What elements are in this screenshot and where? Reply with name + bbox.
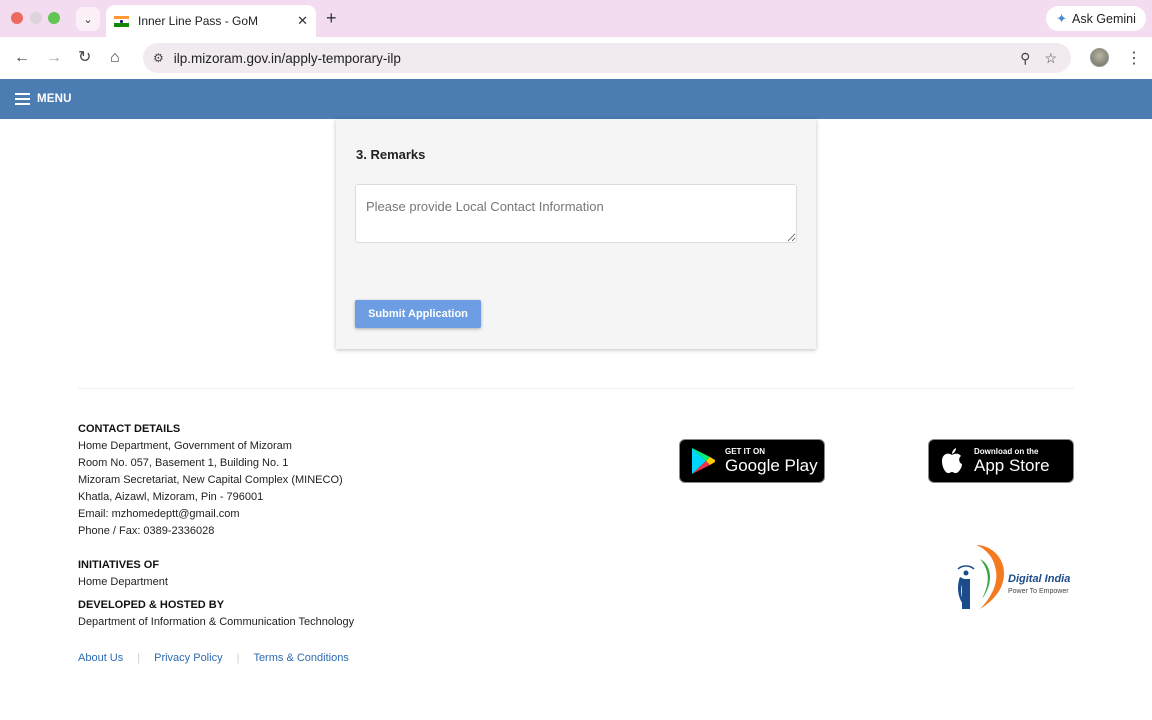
initiatives-heading: INITIATIVES OF — [78, 559, 160, 571]
submit-application-button[interactable]: Submit Application — [355, 300, 481, 328]
contact-phone: Phone / Fax: 0389-2336028 — [78, 525, 215, 537]
contact-line: Room No. 057, Basement 1, Building No. 1 — [78, 457, 289, 469]
developed-value: Department of Information & Communicatio… — [78, 616, 355, 628]
bookmark-star-icon[interactable]: ☆ — [1044, 50, 1057, 67]
app-store-small-text: Download on the — [974, 447, 1039, 456]
developed-heading: DEVELOPED & HOSTED BY — [78, 599, 225, 611]
contact-line: Khatla, Aizawl, Mizoram, Pin - 796001 — [78, 491, 264, 503]
browser-tab[interactable]: Inner Line Pass - GoM ✕ — [106, 5, 316, 37]
site-menu-bar: MENU — [0, 79, 1152, 119]
profile-avatar[interactable] — [1090, 48, 1109, 67]
contact-line: Mizoram Secretariat, New Capital Complex… — [78, 474, 343, 486]
privacy-policy-link[interactable]: Privacy Policy — [154, 652, 222, 664]
reload-icon[interactable]: ↻ — [78, 49, 91, 67]
chevron-down-icon: ⌄ — [83, 13, 93, 26]
footer-divider — [78, 388, 1074, 389]
gemini-icon: ✦ — [1056, 10, 1067, 26]
tab-strip: ⌄ Inner Line Pass - GoM ✕ + ✦ Ask Gemini — [0, 0, 1152, 37]
hamburger-icon[interactable] — [15, 93, 30, 105]
browser-toolbar: ← → ↻ ⌂ ⚙ ilp.mizoram.gov.in/apply-tempo… — [0, 37, 1152, 79]
menu-button[interactable]: MENU — [37, 93, 72, 105]
google-play-small-text: GET IT ON — [725, 447, 765, 456]
maximize-window-button[interactable] — [48, 12, 60, 24]
terms-conditions-link[interactable]: Terms & Conditions — [253, 652, 348, 664]
initiatives: INITIATIVES OF Home Department — [78, 557, 168, 591]
new-tab-button[interactable]: + — [326, 8, 337, 28]
contact-details: CONTACT DETAILS Home Department, Governm… — [78, 421, 343, 540]
contact-line: Home Department, Government of Mizoram — [78, 440, 292, 452]
application-form-card: 3. Remarks Submit Application — [336, 119, 816, 349]
link-separator: | — [137, 652, 141, 664]
google-play-badge[interactable]: GET IT ON Google Play — [679, 439, 825, 483]
zoom-icon[interactable]: ⚲ — [1020, 50, 1030, 67]
digital-india-title: Digital India — [1008, 573, 1071, 585]
tab-search-button[interactable]: ⌄ — [76, 7, 100, 31]
close-window-button[interactable] — [11, 12, 23, 24]
footer-links: About Us | Privacy Policy | Terms & Cond… — [78, 652, 349, 664]
ask-gemini-button[interactable]: ✦ Ask Gemini — [1046, 6, 1146, 31]
home-icon[interactable]: ⌂ — [110, 49, 120, 67]
app-store-badge[interactable]: Download on the App Store — [928, 439, 1074, 483]
link-separator: | — [236, 652, 240, 664]
digital-india-emblem-icon — [957, 545, 1005, 609]
digital-india-subtitle: Power To Empower — [1008, 588, 1069, 595]
tab-title: Inner Line Pass - GoM — [138, 14, 259, 28]
contact-heading: CONTACT DETAILS — [78, 423, 181, 435]
digital-india-logo: Digital India Power To Empower — [950, 541, 1076, 613]
section-title: 3. Remarks — [356, 147, 426, 162]
google-play-icon — [692, 448, 715, 474]
apple-icon — [942, 448, 962, 474]
about-us-link[interactable]: About Us — [78, 652, 123, 664]
close-icon[interactable]: ✕ — [297, 13, 308, 29]
address-bar[interactable]: ⚙ ilp.mizoram.gov.in/apply-temporary-ilp… — [143, 43, 1071, 73]
india-flag-icon — [114, 15, 129, 27]
google-play-big-text: Google Play — [725, 456, 818, 475]
site-info-icon[interactable]: ⚙ — [153, 51, 164, 65]
app-store-big-text: App Store — [974, 456, 1050, 475]
developed-by: DEVELOPED & HOSTED BY Department of Info… — [78, 597, 354, 631]
kebab-menu-icon[interactable]: ⋮ — [1126, 48, 1142, 68]
url-text[interactable]: ilp.mizoram.gov.in/apply-temporary-ilp — [174, 51, 1020, 66]
contact-email: Email: mzhomedeptt@gmail.com — [78, 508, 240, 520]
back-icon[interactable]: ← — [14, 49, 30, 67]
ask-gemini-label: Ask Gemini — [1072, 11, 1136, 26]
minimize-window-button[interactable] — [30, 12, 42, 24]
forward-icon[interactable]: → — [46, 49, 62, 67]
initiatives-value: Home Department — [78, 576, 168, 588]
remarks-textarea[interactable] — [355, 184, 797, 243]
